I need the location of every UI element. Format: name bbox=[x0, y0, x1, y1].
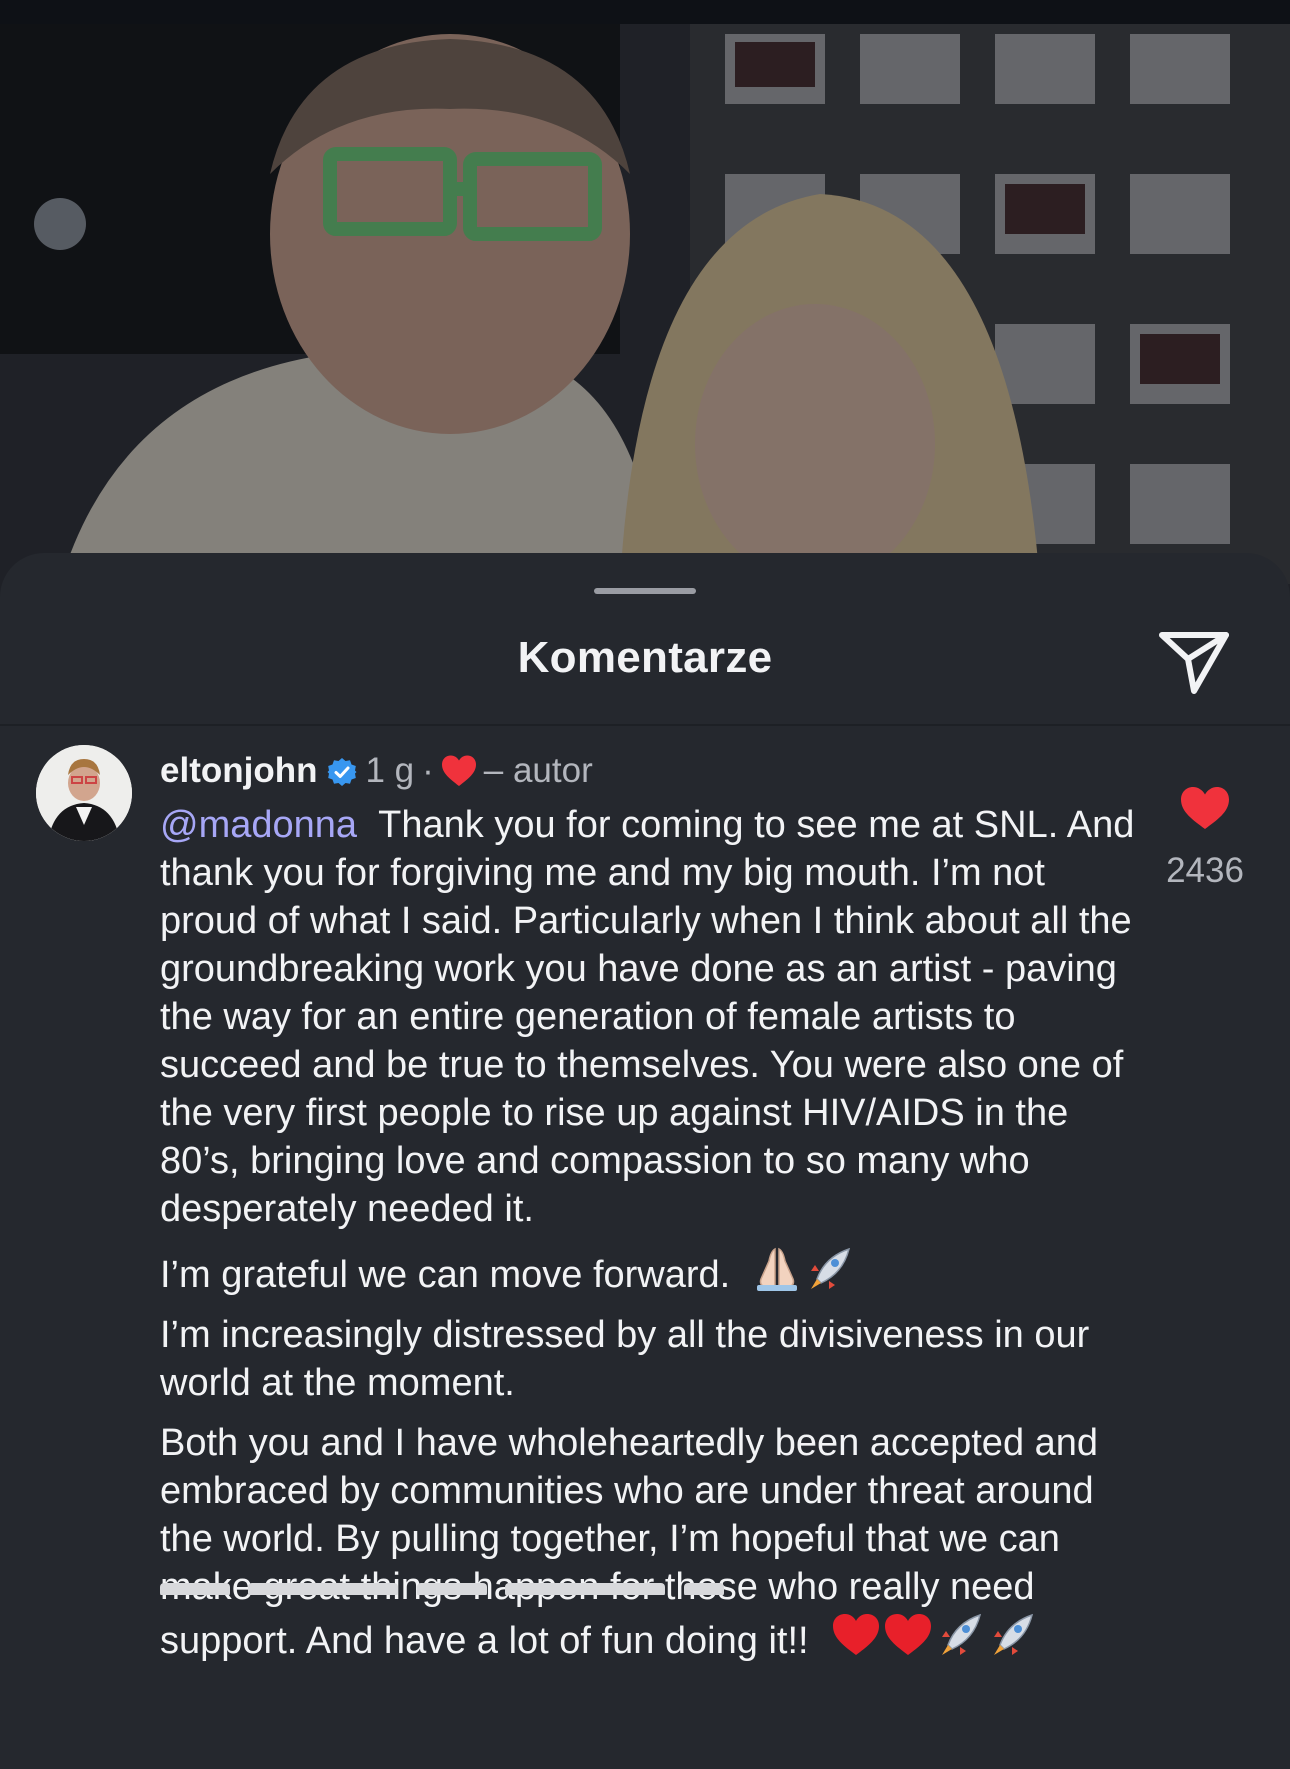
comment-time: 1 g bbox=[365, 751, 415, 790]
paper-plane-icon bbox=[1159, 632, 1229, 694]
share-button[interactable] bbox=[1156, 629, 1232, 695]
mention-link[interactable]: @madonna bbox=[160, 804, 357, 846]
red-heart-emoji bbox=[882, 1611, 934, 1659]
rocket-emoji bbox=[803, 1245, 855, 1293]
rocket-emoji bbox=[986, 1611, 1038, 1659]
paragraph-2-text: I’m grateful we can move forward. bbox=[160, 1254, 731, 1296]
comment-paragraph-4: Both you and I have wholeheartedly been … bbox=[160, 1419, 1140, 1665]
sheet-drag-handle[interactable] bbox=[594, 588, 696, 594]
next-comment-cut-off bbox=[160, 1565, 1060, 1595]
like-count: 2436 bbox=[1166, 851, 1244, 890]
post-photo-illustration bbox=[0, 24, 1290, 644]
post-photo bbox=[0, 24, 1290, 644]
instagram-comments-screen: Komentarze eltonjohn 1 g · – autor @mado… bbox=[0, 0, 1290, 1769]
author-label: – autor bbox=[483, 751, 593, 790]
status-bar-area bbox=[0, 0, 1290, 24]
meta-separator: · bbox=[422, 751, 434, 790]
comments-sheet: Komentarze eltonjohn 1 g · – autor @mado… bbox=[0, 553, 1290, 1769]
comment-paragraph-1: @madonna Thank you for coming to see me … bbox=[160, 801, 1140, 1233]
avatar[interactable] bbox=[36, 745, 132, 841]
comment-paragraph-3: I’m increasingly distressed by all the d… bbox=[160, 1314, 1090, 1404]
comment-text: @madonna Thank you for coming to see me … bbox=[160, 801, 1140, 1677]
comment-meta: eltonjohn 1 g · – autor bbox=[160, 746, 593, 796]
header-divider bbox=[0, 724, 1290, 726]
paragraph-1-text: Thank you for coming to see me at SNL. A… bbox=[160, 804, 1135, 1230]
verified-badge-icon bbox=[327, 756, 357, 786]
folded-hands-emoji bbox=[751, 1245, 803, 1293]
rocket-emoji bbox=[934, 1611, 986, 1659]
sheet-title: Komentarze bbox=[517, 633, 773, 682]
comment-username[interactable]: eltonjohn bbox=[160, 751, 317, 791]
comment-paragraph-2: I’m grateful we can move forward. bbox=[160, 1245, 1140, 1299]
author-liked-heart-icon bbox=[440, 754, 478, 788]
avatar-image bbox=[36, 745, 132, 841]
comment-like[interactable]: 2436 bbox=[1150, 785, 1260, 891]
red-heart-emoji bbox=[830, 1611, 882, 1659]
heart-icon[interactable] bbox=[1179, 785, 1231, 831]
